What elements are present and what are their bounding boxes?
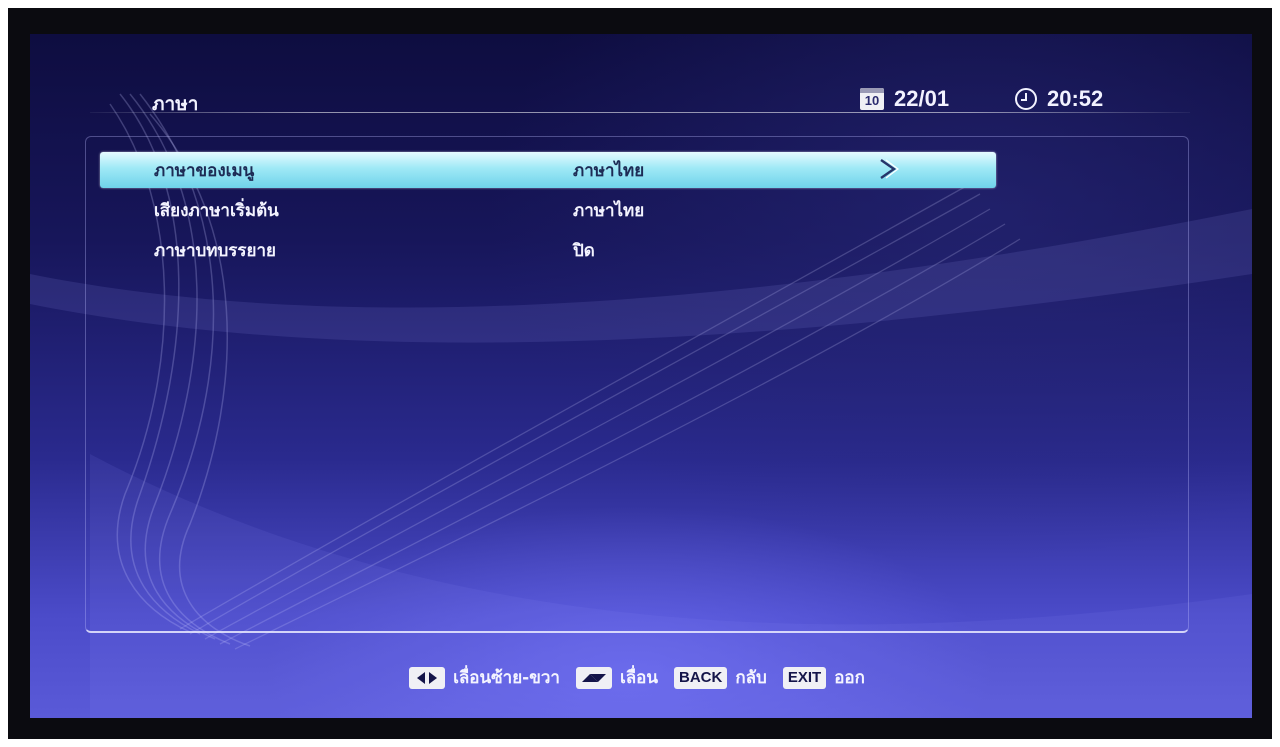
menu-item-subtitle-language[interactable]: ภาษาบทบรรยาย ปิด <box>100 232 996 268</box>
menu-item-label: ภาษาบทบรรยาย <box>154 240 277 261</box>
left-right-hint-label: เลื่อนซ้าย-ขวา <box>453 668 560 688</box>
menu-item-value: ภาษาไทย <box>573 160 645 181</box>
time-value: 20:52 <box>1047 86 1104 111</box>
up-down-hint-label: เลื่อน <box>619 668 658 688</box>
arrow-right-icon[interactable] <box>878 158 900 180</box>
back-key: BACK <box>674 666 728 689</box>
exit-hint-label: ออก <box>834 668 865 688</box>
header-divider <box>90 112 1190 113</box>
menu-item-value: ภาษาไทย <box>573 200 645 221</box>
clock-icon <box>1015 88 1037 110</box>
exit-key: EXIT <box>782 666 827 689</box>
date-display: 10 22/01 <box>860 86 949 112</box>
back-hint-label: กลับ <box>735 668 767 688</box>
menu-item-value: ปิด <box>573 240 595 261</box>
up-down-key-icon <box>575 666 612 689</box>
page-title: ภาษา <box>152 93 199 115</box>
time-display: 20:52 <box>1015 86 1103 112</box>
menu-item-default-audio-language[interactable]: เสียงภาษาเริ่มต้น ภาษาไทย <box>100 192 996 228</box>
menu-item-label: เสียงภาษาเริ่มต้น <box>154 200 279 221</box>
menu-item-label: ภาษาของเมนู <box>154 160 255 181</box>
key-hint-bar: เลื่อนซ้าย-ขวา เลื่อน BACK กลับ EXIT ออก <box>30 664 1252 691</box>
date-value: 22/01 <box>894 86 950 111</box>
tv-screen: ภาษา 10 22/01 20:52 ภาษาของเมนู ภาษาไทย … <box>30 34 1252 718</box>
menu-item-menu-language[interactable]: ภาษาของเมนู ภาษาไทย <box>100 152 996 188</box>
left-right-key-icon <box>409 666 446 689</box>
calendar-icon: 10 <box>860 88 884 110</box>
